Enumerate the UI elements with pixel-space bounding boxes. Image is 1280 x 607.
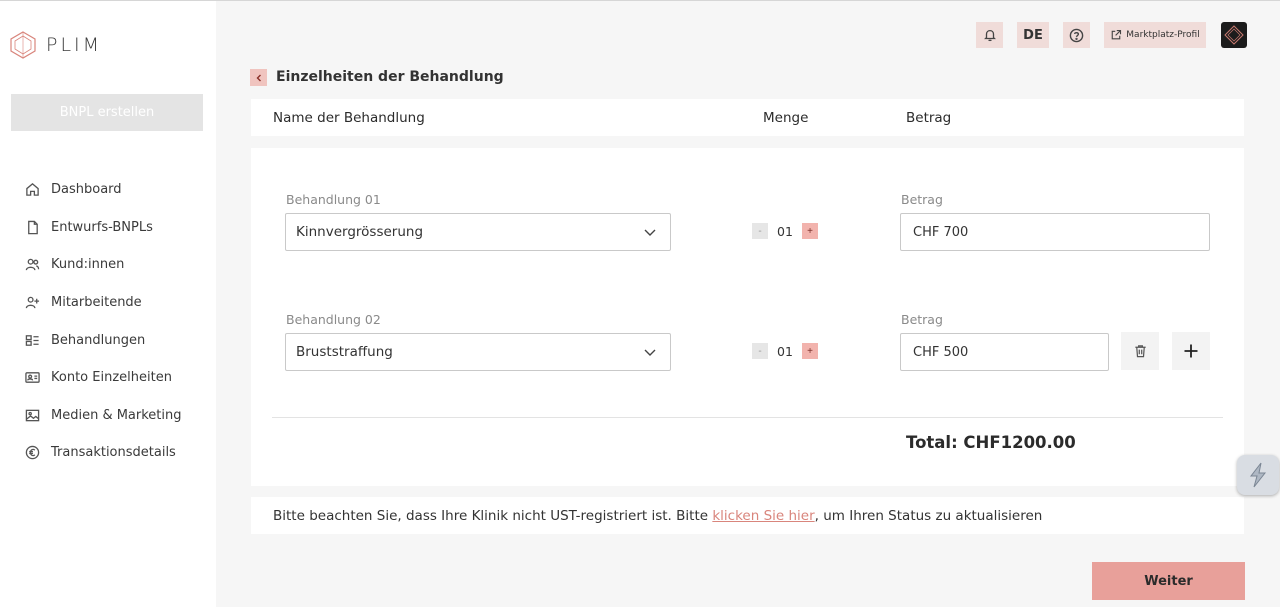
avatar[interactable]	[1221, 22, 1247, 48]
update-status-link[interactable]: klicken Sie hier	[712, 508, 814, 524]
sidebar-item-label: Medien & Marketing	[51, 407, 182, 423]
sidebar-nav: Dashboard Entwurfs-BNPLs Kund:innen Mita…	[24, 171, 182, 472]
logo[interactable]: PLIM	[10, 31, 102, 59]
page-title: Einzelheiten der Behandlung	[276, 69, 504, 85]
lightning-icon	[1249, 462, 1267, 488]
sidebar-item-staff[interactable]: Mitarbeitende	[24, 284, 182, 322]
table-header: Name der Behandlung Menge Betrag	[251, 99, 1244, 136]
help-icon	[1069, 28, 1084, 42]
sidebar-item-label: Dashboard	[51, 182, 122, 198]
help-button[interactable]	[1063, 22, 1090, 48]
decrement-button[interactable]: -	[752, 343, 768, 359]
sidebar-item-account[interactable]: Konto Einzelheiten	[24, 359, 182, 397]
amount-value: CHF 700	[913, 224, 969, 240]
amount-value: CHF 500	[913, 344, 969, 360]
treatment-select[interactable]: Bruststraffung	[285, 333, 671, 371]
id-card-icon	[24, 370, 40, 386]
notifications-button[interactable]	[976, 22, 1003, 48]
sidebar-item-label: Kund:innen	[51, 257, 125, 273]
treatment-select-value: Bruststraffung	[296, 344, 393, 360]
sidebar-item-label: Behandlungen	[51, 332, 146, 348]
column-header-name: Name der Behandlung	[273, 110, 425, 126]
user-plus-icon	[24, 295, 40, 311]
divider	[272, 417, 1223, 418]
sidebar-item-label: Entwurfs-BNPLs	[51, 219, 153, 235]
euro-icon	[24, 445, 40, 461]
marketplace-profile-button[interactable]: Marktplatz-Profil	[1104, 22, 1206, 48]
next-button[interactable]: Weiter	[1092, 562, 1245, 600]
marketplace-profile-label: Marktplatz-Profil	[1126, 30, 1200, 40]
language-button[interactable]: DE	[1017, 22, 1049, 48]
chevron-down-icon	[644, 229, 656, 236]
notice-text-end: , um Ihren Status zu aktualisieren	[814, 508, 1043, 524]
quantity-stepper: - 01 +	[752, 343, 818, 359]
sidebar-item-label: Mitarbeitende	[51, 295, 142, 311]
bell-icon	[983, 29, 996, 42]
amount-label: Betrag	[901, 192, 943, 207]
plus-icon	[1184, 344, 1198, 358]
column-header-amount: Betrag	[906, 110, 952, 126]
sidebar-item-customers[interactable]: Kund:innen	[24, 246, 182, 284]
decrement-button[interactable]: -	[752, 223, 768, 239]
increment-button[interactable]: +	[802, 223, 818, 239]
notice-text: Bitte beachten Sie, dass Ihre Klinik nic…	[273, 508, 713, 524]
sidebar-item-treatments[interactable]: Behandlungen	[24, 321, 182, 359]
sidebar-item-media[interactable]: Medien & Marketing	[24, 397, 182, 435]
treatment-select-value: Kinnvergrösserung	[296, 224, 424, 240]
chevron-down-icon	[644, 349, 656, 356]
quantity-value: 01	[777, 343, 793, 359]
add-treatment-button[interactable]	[1172, 332, 1210, 370]
avatar-logo-icon	[1224, 25, 1244, 45]
plim-logo-icon	[10, 31, 36, 59]
sidebar: PLIM BNPL erstellen Dashboard Entwurfs-B…	[0, 1, 216, 607]
image-icon	[24, 407, 40, 423]
trash-icon	[1134, 345, 1146, 358]
treatment-label: Behandlung 02	[286, 312, 381, 327]
quantity-value: 01	[777, 223, 793, 239]
sidebar-item-transactions[interactable]: Transaktionsdetails	[24, 434, 182, 472]
treatment-label: Behandlung 01	[286, 192, 381, 207]
amount-field[interactable]: CHF 700	[900, 213, 1210, 251]
vat-notice: Bitte beachten Sie, dass Ihre Klinik nic…	[251, 497, 1244, 534]
amount-label: Betrag	[901, 312, 943, 327]
treatment-icon	[24, 332, 40, 348]
column-header-qty: Menge	[763, 110, 809, 126]
quantity-stepper: - 01 +	[752, 223, 818, 239]
document-icon	[24, 219, 40, 235]
back-button[interactable]	[250, 69, 267, 86]
sidebar-item-drafts[interactable]: Entwurfs-BNPLs	[24, 209, 182, 247]
chevron-left-icon	[256, 74, 261, 81]
sidebar-item-label: Konto Einzelheiten	[51, 370, 172, 386]
brand-name: PLIM	[46, 34, 103, 56]
users-icon	[24, 257, 40, 273]
create-bnpl-button[interactable]: BNPL erstellen	[11, 94, 203, 131]
delete-treatment-button[interactable]	[1121, 332, 1159, 370]
increment-button[interactable]: +	[802, 343, 818, 359]
sidebar-item-dashboard[interactable]: Dashboard	[24, 171, 182, 209]
floating-assistant-button[interactable]	[1237, 455, 1279, 495]
total-amount: Total: CHF1200.00	[906, 433, 1076, 452]
home-icon	[24, 182, 40, 198]
treatment-select[interactable]: Kinnvergrösserung	[285, 213, 671, 251]
sidebar-item-label: Transaktionsdetails	[51, 445, 176, 461]
treatments-card: Behandlung 01 Kinnvergrösserung - 01 + B…	[251, 148, 1244, 486]
amount-field[interactable]: CHF 500	[900, 333, 1109, 371]
external-link-icon	[1111, 29, 1122, 40]
